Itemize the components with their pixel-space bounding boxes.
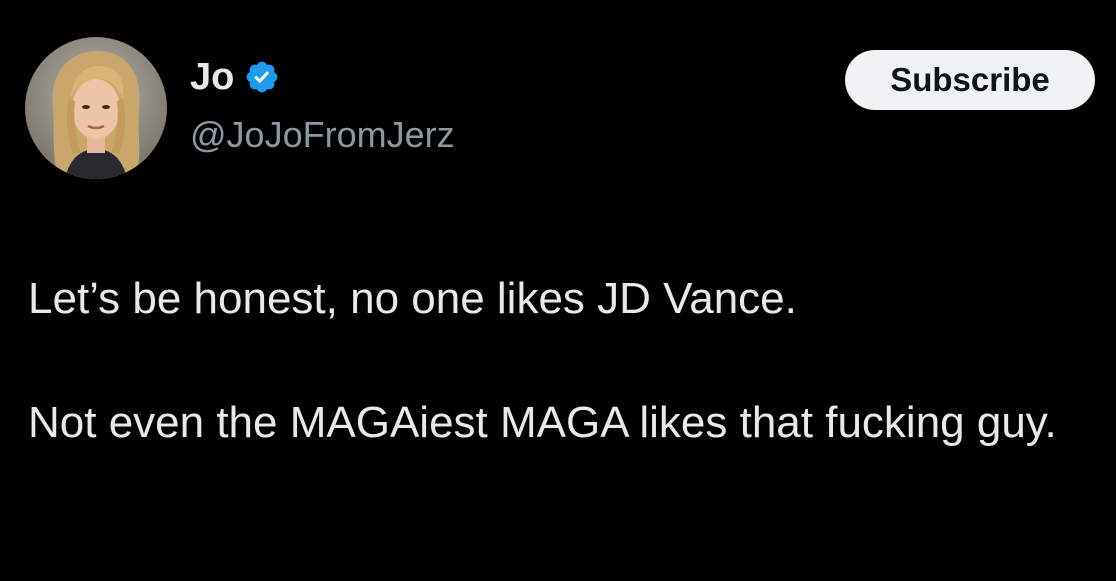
avatar[interactable] — [25, 37, 167, 179]
tweet-paragraph: Not even the MAGAiest MAGA likes that fu… — [28, 398, 1057, 447]
verified-badge-icon[interactable] — [244, 59, 280, 95]
display-name[interactable]: Jo — [190, 58, 234, 96]
profile-photo-icon — [25, 37, 167, 179]
tweet-card: Jo @JoJoFromJerz Subscribe Let’s be hone… — [0, 0, 1116, 581]
tweet-text: Let’s be honest, no one likes JD Vance. … — [28, 268, 1088, 454]
user-handle[interactable]: @JoJoFromJerz — [190, 113, 455, 156]
tweet-paragraph: Let’s be honest, no one likes JD Vance. — [28, 274, 797, 323]
author-name-row: Jo — [190, 52, 280, 102]
subscribe-button[interactable]: Subscribe — [845, 50, 1095, 110]
